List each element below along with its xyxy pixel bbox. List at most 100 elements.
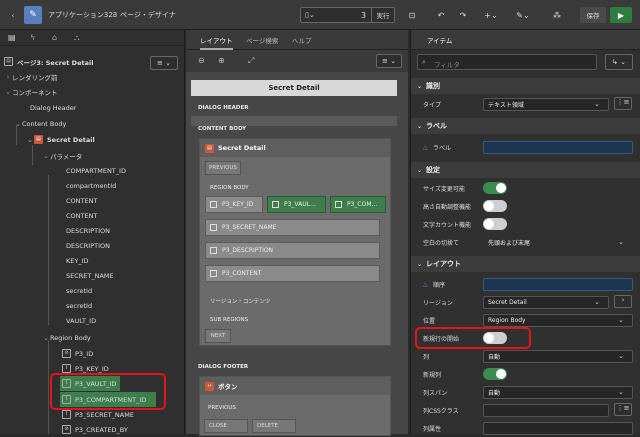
region-header: ▤ Secret Detail (200, 139, 390, 157)
page-item[interactable]: P3_DESCRIPTION (205, 242, 380, 259)
label-input[interactable] (483, 140, 633, 154)
column-css-row: 列CSSクラス ⋮≡ (411, 402, 640, 418)
lock-icon[interactable]: ⊡ (405, 7, 419, 23)
utilities-icon[interactable]: ✎⌄ (514, 7, 532, 23)
tab-item[interactable]: アイテム (427, 35, 452, 45)
page-title-bar[interactable]: Secret Detail (191, 80, 397, 96)
tree-param[interactable]: CONTENT (66, 193, 97, 208)
tree-param[interactable]: compartmentId (66, 178, 116, 193)
tree-menu-button[interactable]: ≡ ⌄ (150, 56, 178, 70)
content-body-label: CONTENT BODY (198, 126, 247, 132)
page-item[interactable]: P3_SECRET_NAME (205, 219, 380, 236)
goto-region-icon[interactable]: › (614, 295, 632, 308)
position-select[interactable]: Region Body ⌄ (483, 313, 633, 327)
dialog-header-label: DIALOG HEADER (198, 105, 249, 111)
secret-detail-region[interactable]: ▤ Secret Detail PREVIOUS REGION BODY P3_K… (199, 138, 391, 346)
tree-parameters[interactable]: ⌄ パラメータ (42, 148, 82, 163)
tree-param[interactable]: CONTENT (66, 208, 97, 223)
list-icon[interactable]: ⋮≡ (614, 403, 632, 416)
tree-item[interactable]: ⊘ P3_ID (62, 346, 93, 361)
label-row: △ ラベル (411, 139, 640, 155)
tree-content-body[interactable]: ⌄ Content Body (14, 116, 66, 131)
tree-param[interactable]: secretId (66, 298, 92, 313)
section-layout[interactable]: ⌄ レイアウト (411, 256, 640, 272)
tree-secret-detail-region[interactable]: ⌄ ▤ Secret Detail (26, 132, 95, 147)
page-item[interactable]: P3_CONTENT (205, 265, 380, 282)
undo-icon[interactable]: ↶ (434, 7, 448, 23)
filter-input[interactable]: ⌕ フィルタ (417, 54, 597, 70)
auto-height-toggle[interactable] (483, 200, 507, 212)
previous-position-label: PREVIOUS (208, 405, 236, 411)
column-css-input[interactable] (483, 403, 609, 417)
tree-param[interactable]: DESCRIPTION (66, 223, 110, 238)
zoom-out-icon[interactable]: ⊖ (198, 56, 205, 65)
tree-param[interactable]: VAULT_ID (66, 313, 96, 328)
region-icon: ▤ (34, 135, 43, 144)
tree-param[interactable]: SECRET_NAME (66, 268, 114, 283)
page-number[interactable]: 3 (361, 11, 366, 20)
shared-tab-icon[interactable]: ⛬ (74, 33, 80, 43)
shared-components-icon[interactable]: ⁂ (550, 7, 564, 23)
expand-icon[interactable]: ⤢ (248, 56, 254, 66)
delete-button-slot[interactable]: DELETE (252, 419, 296, 433)
column-attributes-input[interactable] (483, 421, 633, 435)
goto-group-button[interactable]: ↳ ⌄ (605, 54, 633, 70)
tree-param[interactable]: KEY_ID (66, 253, 89, 268)
section-label[interactable]: ⌄ ラベル (411, 118, 640, 134)
zoom-in-icon[interactable]: ⊕ (218, 56, 225, 65)
page-designer-breadcrumb[interactable]: ページ・デザイナ (120, 7, 176, 23)
add-icon[interactable]: +⌄ (482, 7, 500, 23)
run-button[interactable]: 実行 (371, 7, 395, 23)
app-breadcrumb[interactable]: アプリケーション323 (48, 7, 117, 23)
dialog-header-region[interactable] (191, 116, 397, 126)
next-slot[interactable]: NEXT (205, 329, 231, 343)
tree-components[interactable]: ⌄ コンポーネント (4, 84, 57, 99)
sequence-input[interactable] (483, 277, 633, 291)
tree-region-body[interactable]: ⌄ Region Body (42, 330, 91, 345)
tab-layout[interactable]: レイアウト (200, 35, 233, 50)
region-contents-label: リージョン・コンテンツ (210, 299, 271, 305)
page-item[interactable]: P3_KEY_ID (205, 196, 263, 213)
tree-param[interactable]: DESCRIPTION (66, 238, 110, 253)
code-icon: ‹› (205, 381, 214, 391)
chevron-left-icon[interactable]: ‹ (6, 7, 20, 23)
type-row: タイプ テキスト領域 ⌄ ⋮≡ (411, 96, 640, 112)
tree-dialog-header[interactable]: Dialog Header (30, 100, 76, 115)
section-identification[interactable]: ⌄ 識別 (411, 78, 640, 94)
type-select[interactable]: テキスト領域 ⌄ (483, 97, 609, 111)
layout-menu-button[interactable]: ≡ ⌄ (376, 54, 402, 68)
filter-placeholder: フィルタ (434, 61, 460, 69)
tree-pre-rendering[interactable]: › レンダリング前 (4, 69, 58, 84)
processing-tab-icon[interactable]: ⌂ (52, 33, 57, 42)
dynamic-actions-tab-icon[interactable]: ϟ (30, 33, 35, 42)
previous-slot[interactable]: PREVIOUS (205, 161, 241, 175)
char-count-toggle[interactable] (483, 218, 507, 230)
wrench-icon[interactable]: ✎ (24, 6, 42, 24)
tree-param[interactable]: COMPARTMENT_ID (66, 163, 126, 178)
run-page-icon[interactable]: ▶ (610, 7, 632, 23)
page-icon: ▤ (4, 57, 13, 66)
tree-page-node[interactable]: ▤ ページ3: Secret Detail (4, 54, 93, 69)
resizable-toggle[interactable] (483, 182, 507, 194)
tab-page-search[interactable]: ページ検索 (246, 35, 278, 45)
new-column-toggle[interactable] (483, 368, 507, 380)
close-button-slot[interactable]: CLOSE (204, 419, 248, 433)
save-button[interactable]: 保存 (580, 7, 606, 23)
layout-panel: レイアウト ページ検索 ヘルプ ⊖ ⊕ ⤢ ≡ ⌄ Secret Detail … (186, 30, 408, 436)
tree-item[interactable]: ⊘ P3_CREATED_BY (62, 422, 128, 437)
trim-select[interactable]: 先頭および末尾 ⌄ (483, 236, 633, 249)
section-settings[interactable]: ⌄ 設定 (411, 162, 640, 178)
redo-icon[interactable]: ↷ (456, 7, 470, 23)
button-region[interactable]: ‹› ボタン PREVIOUS CLOSE DELETE (199, 376, 391, 436)
char-count-row: 文字カウント機能 (411, 216, 640, 232)
region-select[interactable]: Secret Detail ⌄ (483, 295, 609, 309)
page-item-selected[interactable]: P3_COM… (330, 196, 386, 213)
rendering-tab-icon[interactable]: ▤ (8, 33, 16, 42)
column-select[interactable]: 自動 ⌄ (483, 349, 633, 363)
column-span-select[interactable]: 自動 ⌄ (483, 385, 633, 399)
tree-param[interactable]: secretId (66, 283, 92, 298)
breadcrumb-separator: › (112, 11, 115, 19)
tab-help[interactable]: ヘルプ (292, 35, 312, 45)
list-icon[interactable]: ⋮≡ (614, 97, 632, 110)
page-item-selected[interactable]: P3_VAUL… (267, 196, 326, 213)
